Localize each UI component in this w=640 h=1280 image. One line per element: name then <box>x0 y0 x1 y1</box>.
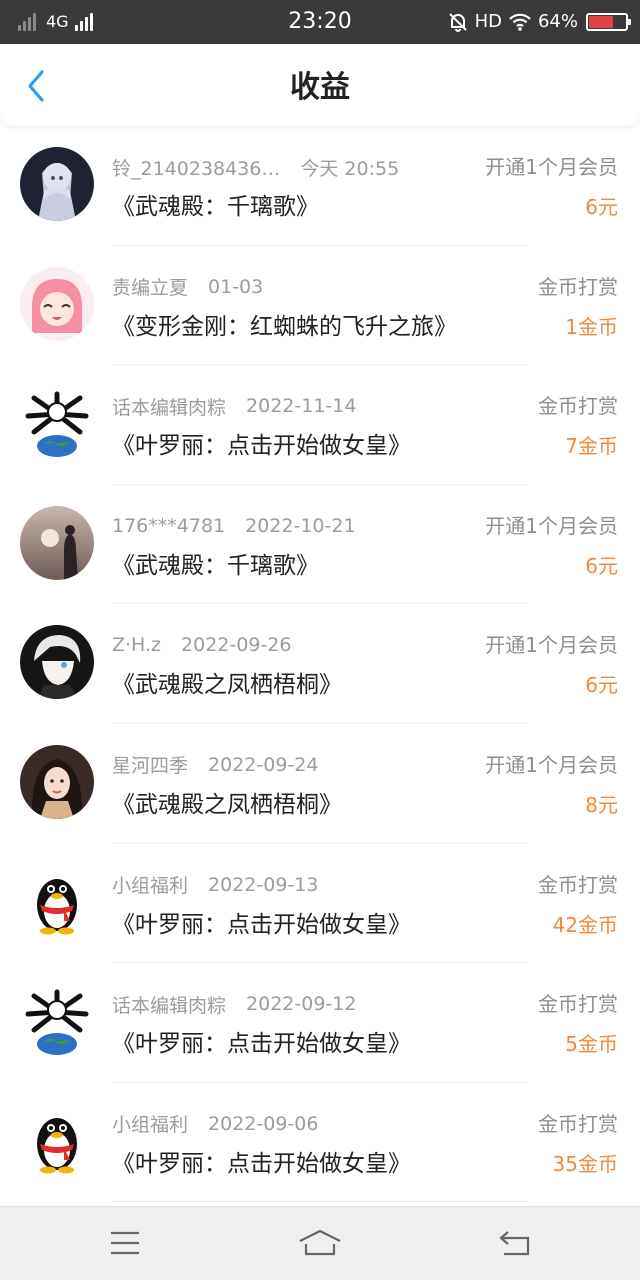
timestamp: 2022-09-26 <box>181 634 292 657</box>
earning-amount: 1金币 <box>565 314 618 339</box>
back-icon <box>499 1231 530 1256</box>
earning-row[interactable]: 话本编辑肉粽 2022-11-14 《叶罗丽：点击开始做女皇》 金币打赏 7金币 <box>0 365 640 485</box>
page-title: 收益 <box>290 70 350 105</box>
avatar[interactable] <box>20 625 94 700</box>
avatar[interactable] <box>20 864 94 939</box>
avatar[interactable] <box>20 984 94 1059</box>
earning-amount: 6元 <box>585 195 618 219</box>
earning-row[interactable]: 176***4781 2022-10-21 《武魂殿：千璃歌》 开通1个月会员 6元 <box>0 485 640 605</box>
timestamp: 2022-09-24 <box>208 753 319 776</box>
earning-row[interactable]: 星河四季 2022-09-24 《武魂殿之凤栖梧桐》 开通1个月会员 8元 <box>0 724 640 844</box>
wifi-icon <box>509 13 531 31</box>
user-name: Z·H.z <box>112 634 162 657</box>
timestamp: 2022-11-14 <box>246 395 357 418</box>
home-button[interactable] <box>295 1223 345 1263</box>
menu-button[interactable] <box>100 1223 150 1263</box>
earning-amount: 35金币 <box>552 1151 618 1176</box>
earning-type: 金币打赏 <box>538 992 618 1017</box>
book-title: 《武魂殿：千璃歌》 <box>112 194 319 220</box>
status-bar: 4G 23:20 HD 64% <box>0 0 640 44</box>
earnings-list[interactable]: 铃_2140238436… 今天 20:55 《武魂殿：千璃歌》 开通1个月会员 6元责… <box>0 126 640 1206</box>
avatar[interactable] <box>20 266 94 341</box>
row-meta: 小组福利 2022-09-13 <box>112 872 318 898</box>
earning-type: 开通1个月会员 <box>485 155 618 179</box>
user-name: 铃_2140238436… <box>112 157 281 180</box>
earning-row[interactable]: Z·H.z 2022-09-26 《武魂殿之凤栖梧桐》 开通1个月会员 6元 <box>0 604 640 724</box>
earning-row[interactable]: 责编立夏 01-03 《变形金刚：红蜘蛛的飞升之旅》 金币打赏 1金币 <box>0 246 640 366</box>
row-meta: 铃_2140238436… 今天 20:55 <box>112 154 399 180</box>
battery-icon <box>586 13 631 31</box>
book-title: 《叶罗丽：点击开始做女皇》 <box>112 1031 411 1058</box>
earning-amount: 5金币 <box>565 1032 618 1057</box>
avatar[interactable] <box>20 1103 94 1178</box>
row-meta: 话本编辑肉粽 2022-09-12 <box>112 991 356 1017</box>
earning-type: 金币打赏 <box>538 1111 618 1136</box>
timestamp: 2022-09-12 <box>246 993 357 1016</box>
earning-row[interactable]: 铃_2140238436… 今天 20:55 《武魂殿：千璃歌》 开通1个月会员 6元 <box>0 126 640 246</box>
earning-amount: 8元 <box>585 792 618 817</box>
book-title: 《武魂殿之凤栖梧桐》 <box>112 791 342 818</box>
row-meta: 话本编辑肉粽 2022-11-14 <box>112 393 356 419</box>
earning-type: 开通1个月会员 <box>485 633 618 658</box>
book-title: 《武魂殿之凤栖梧桐》 <box>112 672 342 699</box>
home-icon <box>299 1229 341 1256</box>
book-title: 《武魂殿：千璃歌》 <box>112 552 319 579</box>
row-meta: Z·H.z 2022-09-26 <box>112 632 291 658</box>
app-header: 收益 <box>0 44 640 126</box>
row-meta: 176***4781 2022-10-21 <box>112 513 356 539</box>
avatar[interactable] <box>20 744 94 819</box>
avatar[interactable] <box>20 147 94 221</box>
earning-type: 金币打赏 <box>538 394 618 419</box>
battery-fill <box>589 16 613 28</box>
hd-label: HD <box>474 11 502 32</box>
earning-type: 开通1个月会员 <box>485 513 618 538</box>
user-name: 话本编辑肉粽 <box>112 396 227 419</box>
earning-type: 金币打赏 <box>538 274 618 299</box>
earning-row[interactable]: 话本编辑肉粽 2022-09-12 《叶罗丽：点击开始做女皇》 金币打赏 5金币 <box>0 963 640 1083</box>
menu-icon <box>111 1231 139 1255</box>
earning-amount: 42金币 <box>552 912 618 937</box>
earning-row[interactable]: 小组福利 2022-09-13 《叶罗丽：点击开始做女皇》 金币打赏 42金币 <box>0 844 640 964</box>
back-nav-button[interactable] <box>490 1223 540 1263</box>
avatar[interactable] <box>20 505 94 580</box>
row-meta: 小组福利 2022-09-06 <box>112 1111 318 1137</box>
avatar[interactable] <box>20 386 94 461</box>
status-right: HD 64% <box>447 8 631 36</box>
timestamp: 2022-09-13 <box>208 873 319 896</box>
user-name: 176***4781 <box>112 514 226 537</box>
book-title: 《变形金刚：红蜘蛛的飞升之旅》 <box>112 313 457 340</box>
system-nav-bar <box>0 1206 640 1280</box>
book-title: 《叶罗丽：点击开始做女皇》 <box>112 433 411 460</box>
user-name: 星河四季 <box>112 755 189 778</box>
earning-amount: 7金币 <box>565 434 618 459</box>
earning-amount: 6元 <box>585 553 618 578</box>
user-name: 小组福利 <box>112 1114 189 1137</box>
row-meta: 责编立夏 01-03 <box>112 274 263 300</box>
battery-percent: 64% <box>537 11 578 32</box>
earning-type: 金币打赏 <box>538 872 618 897</box>
user-name: 话本编辑肉粽 <box>112 994 227 1017</box>
timestamp: 2022-09-06 <box>208 1112 319 1135</box>
user-name: 责编立夏 <box>112 277 189 300</box>
mute-bell-icon <box>448 13 467 32</box>
earning-amount: 6元 <box>585 673 618 698</box>
user-name: 小组福利 <box>112 875 189 898</box>
earning-type: 开通1个月会员 <box>485 752 618 777</box>
timestamp: 2022-10-21 <box>245 514 356 537</box>
book-title: 《叶罗丽：点击开始做女皇》 <box>112 911 411 938</box>
earning-row[interactable]: 小组福利 2022-09-06 《叶罗丽：点击开始做女皇》 金币打赏 35金币 <box>0 1083 640 1203</box>
row-meta: 星河四季 2022-09-24 <box>112 752 318 778</box>
book-title: 《叶罗丽：点击开始做女皇》 <box>112 1150 411 1177</box>
timestamp: 今天 20:55 <box>300 157 400 180</box>
timestamp: 01-03 <box>208 275 264 298</box>
